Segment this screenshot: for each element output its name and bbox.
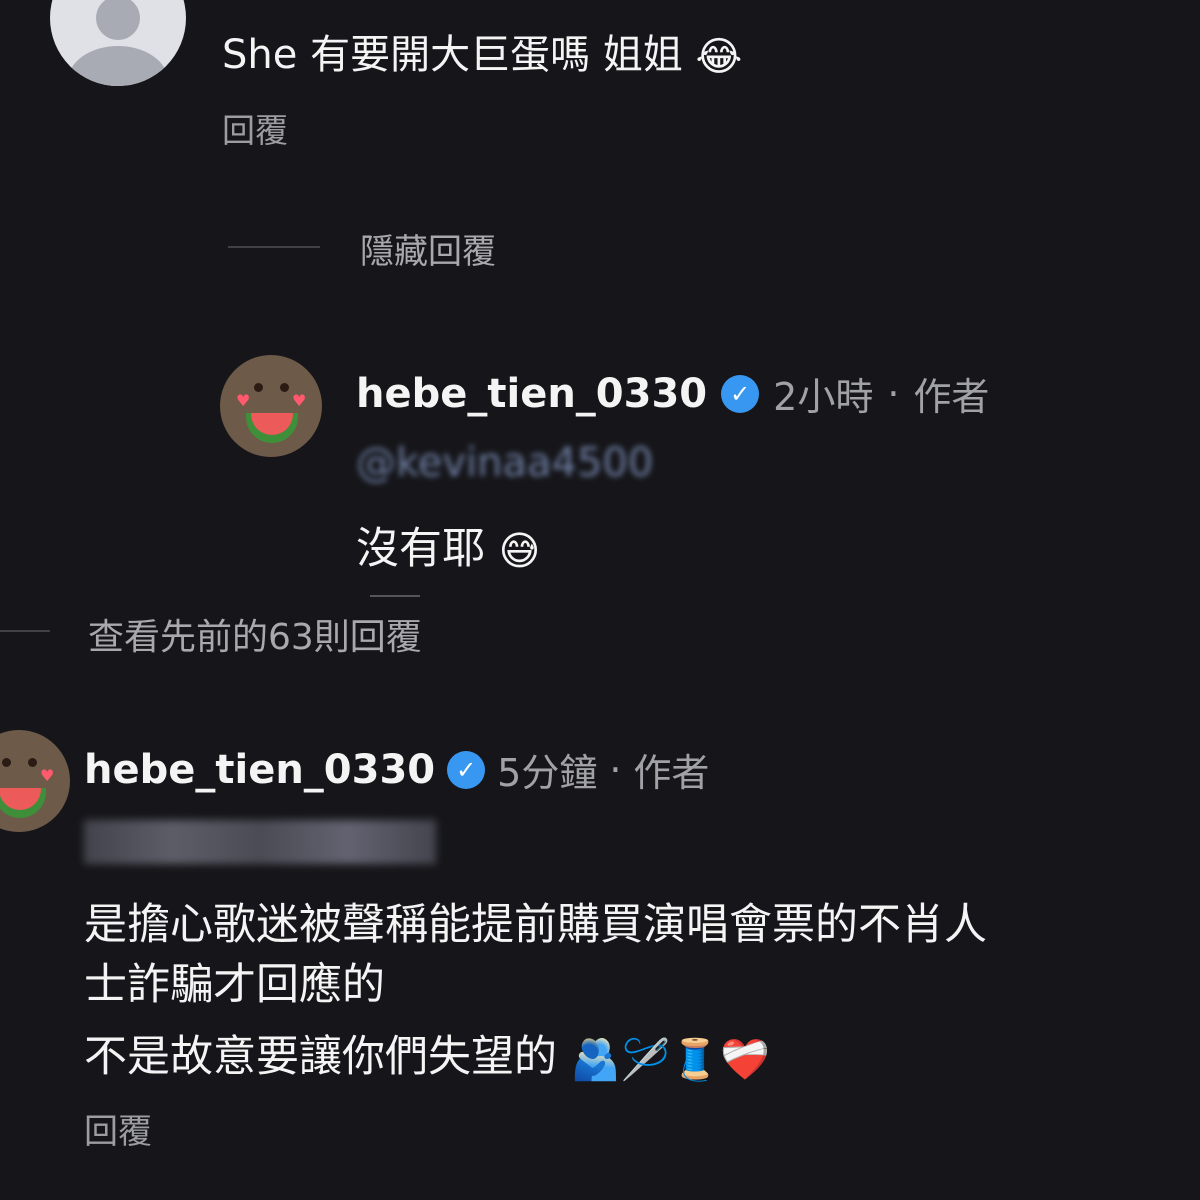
verified-badge-icon: ✓ bbox=[721, 374, 760, 413]
avatar-eye bbox=[280, 383, 289, 392]
author-badge: 作者 bbox=[913, 375, 990, 419]
heart-icon: ♥ bbox=[292, 391, 307, 410]
default-avatar-icon[interactable] bbox=[50, 0, 186, 86]
heart-icon: ♥ bbox=[236, 391, 251, 410]
meta-separator: · bbox=[887, 371, 900, 416]
comment-line-1: 是擔心歌迷被聲稱能提前購買演唱會票的不肖人 bbox=[84, 900, 987, 950]
comment-text: She 有要開大巨蛋嗎 姐姐 😂 bbox=[222, 22, 742, 80]
comment-line-3: 不是故意要讓你們失望的 🫂🪡🧵❤️‍🩹 bbox=[84, 1022, 770, 1084]
laughing-emoji-icon: 😂 bbox=[695, 34, 743, 80]
author-badge: 作者 bbox=[633, 751, 710, 795]
comment-header: hebe_tien_0330 ✓ 5分鐘 · 作者 bbox=[84, 742, 709, 797]
comment-line-2: 士詐騙才回應的 bbox=[84, 960, 385, 1010]
avatar-head bbox=[96, 0, 140, 40]
username-link[interactable]: hebe_tien_0330 bbox=[84, 747, 435, 793]
avatar-eye bbox=[2, 758, 11, 767]
hide-replies-button[interactable]: 隱藏回覆 bbox=[360, 224, 496, 273]
blurred-mention[interactable] bbox=[84, 820, 436, 864]
avatar-eye bbox=[28, 758, 37, 767]
avatar-eye bbox=[254, 383, 263, 392]
cut-off-line bbox=[370, 595, 420, 597]
reply-button[interactable]: 回覆 bbox=[84, 1104, 152, 1153]
verified-badge-icon: ✓ bbox=[447, 750, 486, 789]
comment-body: She 有要開大巨蛋嗎 姐姐 bbox=[222, 32, 683, 78]
hug-needle-thread-heart-emoji-icons: 🫂🪡🧵❤️‍🩹 bbox=[570, 1037, 770, 1083]
comment-line-3-text: 不是故意要讓你們失望的 bbox=[84, 1032, 557, 1082]
avatar[interactable]: ♥ ♥ bbox=[220, 355, 322, 457]
reply-header: hebe_tien_0330 ✓ 2小時 · 作者 bbox=[356, 366, 989, 421]
reply-text: 沒有耶 😅 bbox=[356, 514, 540, 576]
thread-divider-line bbox=[0, 630, 50, 632]
view-previous-replies-button[interactable]: 查看先前的63則回覆 bbox=[88, 608, 422, 660]
meta-separator: · bbox=[609, 747, 622, 792]
avatar[interactable]: ♥ ♥ bbox=[0, 730, 70, 832]
reply-button[interactable]: 回覆 bbox=[222, 104, 288, 152]
thread-divider-line bbox=[228, 246, 320, 248]
heart-icon: ♥ bbox=[40, 766, 55, 785]
timestamp: 2小時 bbox=[773, 375, 874, 419]
mention-link[interactable]: @kevinaa4500 bbox=[356, 440, 653, 486]
avatar-shoulders bbox=[68, 46, 168, 86]
username-link[interactable]: hebe_tien_0330 bbox=[356, 371, 707, 417]
timestamp: 5分鐘 bbox=[497, 751, 598, 795]
reply-body: 沒有耶 bbox=[356, 524, 485, 574]
sweat-smile-emoji-icon: 😅 bbox=[498, 528, 541, 575]
